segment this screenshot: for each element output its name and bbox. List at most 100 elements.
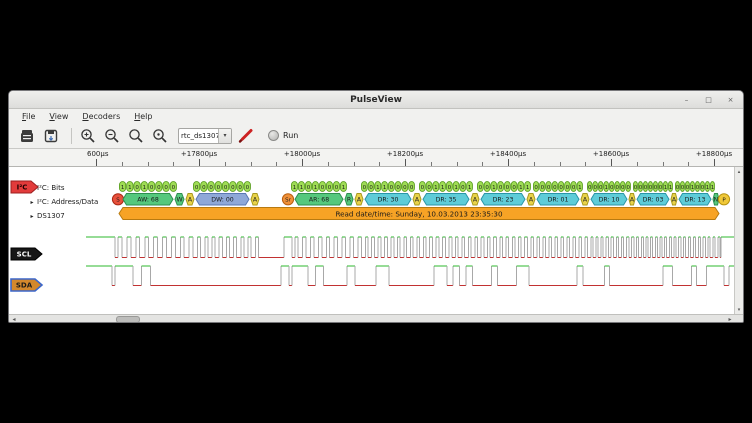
i2c-annotation-dr[interactable]: DR: 03 (637, 194, 669, 206)
i2c-annotation-start[interactable]: S (112, 194, 123, 205)
annotation-text: 0 (588, 185, 592, 191)
i2c-annotation-rstart[interactable]: Sr (282, 194, 293, 205)
annotation-text: 0 (559, 185, 563, 191)
annotation-text: I²C: Bits (37, 184, 65, 192)
ds1307-annotation[interactable]: Read date/time: Sunday, 10.03.2013 23:35… (119, 208, 719, 220)
i2c-annotation-ar[interactable]: AR: 68 (295, 194, 343, 206)
bit-annotation-group[interactable]: 00110101 (419, 182, 472, 192)
trace-canvas: I²C: Bits▸I²C: Address/Data▸DS1307Read d… (9, 167, 744, 314)
close-button[interactable]: × (724, 93, 737, 106)
annotation-text: 1 (314, 185, 318, 191)
annotation-text: 0 (396, 185, 400, 191)
i2c-annotation-ack[interactable]: A (251, 194, 259, 206)
i2c-annotation-ack[interactable]: A (471, 194, 479, 206)
i2c-annotation-dr[interactable]: DR: 10 (591, 194, 627, 206)
zoom-one-to-one-button[interactable] (150, 126, 170, 146)
run-button[interactable]: Run (268, 130, 298, 141)
bit-annotation-group[interactable]: 00010011 (675, 182, 714, 192)
annotation-text: 1 (128, 185, 132, 191)
screen-background: PulseView –□× FileViewDecodersHelp (0, 0, 752, 423)
i2c-annotation-ack[interactable]: A (581, 194, 589, 206)
i2c-annotation-dr[interactable]: DR: 23 (481, 194, 525, 206)
annotation-text: 1 (711, 185, 715, 191)
minor-tick (688, 162, 689, 166)
bit-annotation-group[interactable]: 00010000 (587, 182, 630, 192)
maximize-button[interactable]: □ (702, 93, 715, 106)
scl-waveform (86, 237, 736, 258)
menu-decoders[interactable]: Decoders (75, 112, 127, 121)
i2c-annotation-dr[interactable]: DR: 01 (537, 194, 579, 206)
ruler-label: +18200µs (387, 150, 423, 158)
timeline-ruler[interactable]: 600µs+17800µs+18000µs+18200µs+18400µs+18… (9, 149, 743, 167)
vertical-scrollbar[interactable]: ▴ ▾ (734, 167, 743, 314)
menu-view[interactable]: View (42, 112, 75, 121)
i2c-annotation-ack[interactable]: A (527, 194, 535, 206)
titlebar[interactable]: PulseView –□× (9, 91, 743, 109)
i2c-annotation-ack[interactable]: A (671, 194, 677, 206)
annotation-text: 0 (534, 185, 538, 191)
annotation-text: 0 (390, 185, 394, 191)
scroll-right-icon[interactable]: ▸ (725, 315, 735, 323)
annotation-text: 0 (681, 185, 685, 191)
i2c-annotation-dw[interactable]: DW: 00 (196, 194, 249, 206)
annotation-text: 0 (231, 185, 235, 191)
zoom-in-button[interactable] (78, 126, 98, 146)
bit-annotation-group[interactable]: 00110000 (361, 182, 414, 192)
bit-annotation-group[interactable]: 11010000 (119, 182, 176, 192)
i2c-annotation-dr[interactable]: DR: 35 (423, 194, 469, 206)
menu-file[interactable]: File (15, 112, 42, 121)
bit-annotation-group[interactable]: 00000000 (193, 182, 250, 192)
sda-signal-tag[interactable]: SDA (11, 279, 42, 291)
device-select[interactable]: rtc_ds1307_2 ▾ (178, 128, 232, 144)
annotation-text: 0 (616, 185, 620, 191)
i2c-annotation-bit[interactable]: R (345, 194, 353, 206)
minor-tick (148, 162, 149, 166)
channels-button[interactable] (236, 126, 256, 146)
annotation-text: 1 (121, 185, 125, 191)
minor-tick (534, 162, 535, 166)
scl-signal-tag[interactable]: SCL (11, 248, 42, 260)
bit-annotation-group[interactable]: 00000001 (533, 182, 582, 192)
save-session-button[interactable] (41, 126, 61, 146)
minor-tick (431, 162, 432, 166)
i2c-annotation-aw[interactable]: AW: 68 (123, 194, 173, 206)
major-tick (714, 159, 715, 166)
annotation-text: Sr (285, 198, 291, 204)
i2c-annotation-stop[interactable]: P (718, 194, 729, 205)
toolbar: rtc_ds1307_2 ▾ Run (9, 123, 743, 149)
annotation-text: 1 (468, 185, 472, 191)
annotation-text: 1 (605, 185, 609, 191)
horizontal-scrollbar[interactable]: ◂ ▸ (9, 314, 743, 323)
scroll-left-icon[interactable]: ◂ (9, 315, 19, 323)
i2c-annotation-ack[interactable]: A (629, 194, 635, 206)
i2c-annotation-ack[interactable]: A (355, 194, 363, 206)
run-led-icon (268, 130, 279, 141)
annotation-text: 0 (479, 185, 483, 191)
minor-tick (354, 162, 355, 166)
toolbar-separator (71, 128, 72, 144)
annotation-text: DW: 00 (211, 197, 234, 204)
zoom-fit-button[interactable] (126, 126, 146, 146)
open-file-button[interactable] (17, 126, 37, 146)
bit-annotation-group[interactable]: 00000011 (633, 182, 672, 192)
minimize-button[interactable]: – (680, 93, 693, 106)
bit-annotation-group[interactable]: 11010001 (291, 182, 346, 192)
scroll-down-icon[interactable]: ▾ (735, 305, 743, 314)
chevron-down-icon[interactable]: ▾ (218, 129, 231, 143)
menu-help[interactable]: Help (127, 112, 159, 121)
annotation-text: 1 (376, 185, 380, 191)
i2c-annotation-bit[interactable]: W (175, 194, 184, 206)
scroll-up-icon[interactable]: ▴ (735, 167, 743, 176)
minor-tick (379, 162, 380, 166)
horizontal-scrollbar-thumb[interactable] (116, 316, 140, 323)
bit-annotation-group[interactable]: 00100011 (477, 182, 530, 192)
i2c-annotation-ack[interactable]: A (413, 194, 421, 206)
i2c-annotation-ack[interactable]: A (186, 194, 194, 206)
trace-view[interactable]: I²C: Bits▸I²C: Address/Data▸DS1307Read d… (9, 167, 743, 314)
i2c-annotation-dr[interactable]: DR: 30 (365, 194, 411, 206)
zoom-out-button[interactable] (102, 126, 122, 146)
i2c-decoder-tag[interactable]: I²C (11, 181, 38, 193)
zoom-out-icon (104, 128, 120, 144)
run-button-label: Run (283, 131, 298, 140)
i2c-annotation-dr[interactable]: DR: 13 (679, 194, 711, 206)
